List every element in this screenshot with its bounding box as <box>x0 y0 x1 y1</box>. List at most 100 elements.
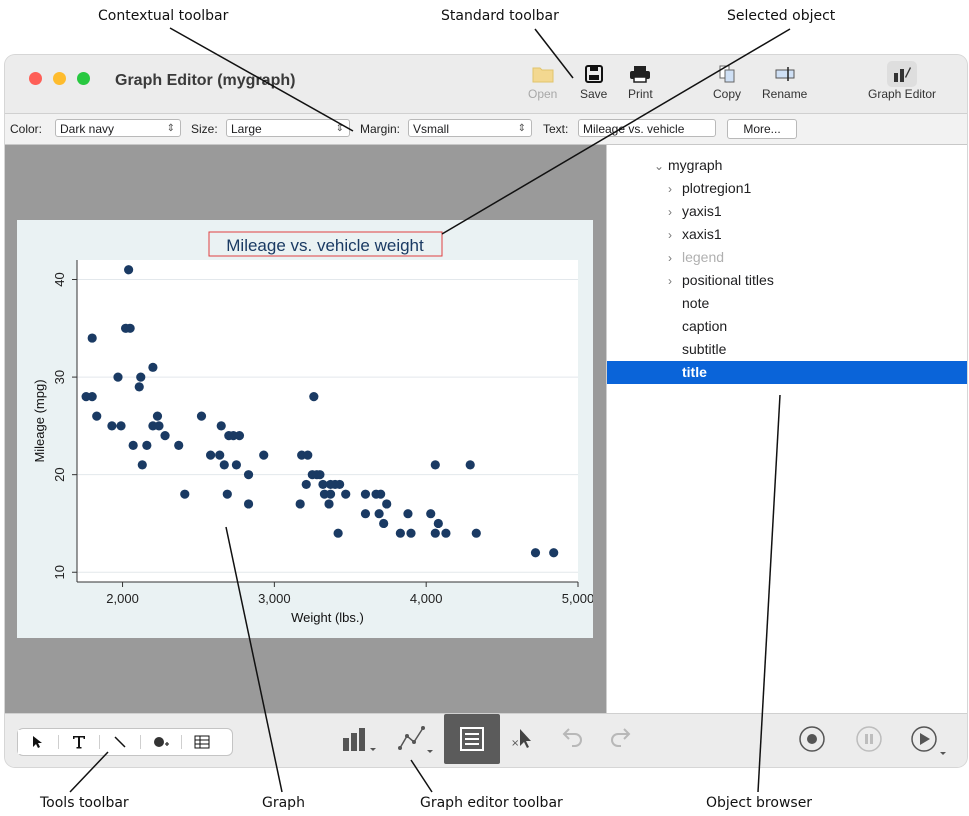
data-point <box>206 450 216 460</box>
redo-button[interactable] <box>608 724 632 748</box>
browser-item-label: xaxis1 <box>682 226 722 242</box>
print-label: Print <box>628 87 653 101</box>
color-select[interactable]: Dark navy ⇕ <box>55 119 181 137</box>
cursor-x-icon: × <box>511 729 531 749</box>
data-point <box>376 489 386 499</box>
play-icon <box>911 726 946 755</box>
pause-button[interactable] <box>854 724 884 754</box>
chevron-right-icon[interactable]: › <box>668 228 682 242</box>
margin-value: Vsmall <box>413 122 450 136</box>
print-button[interactable]: Print <box>628 61 653 101</box>
data-point <box>333 528 343 538</box>
save-icon <box>584 61 604 87</box>
data-point <box>231 460 242 470</box>
window-title: Graph Editor (mygraph) <box>115 72 296 89</box>
text-t-icon <box>73 736 85 749</box>
rename-button[interactable]: Rename <box>762 61 807 101</box>
chevron-updown-icon: ⇕ <box>166 123 175 134</box>
margin-select[interactable]: Vsmall ⇕ <box>408 119 532 137</box>
title-bar: Graph Editor (mygraph) Open Save Print C… <box>5 55 967 113</box>
browser-item-caption[interactable]: caption <box>668 318 727 334</box>
data-point <box>215 450 225 460</box>
data-point <box>116 421 126 431</box>
browser-item-xaxis1[interactable]: › xaxis1 <box>668 226 722 242</box>
browser-item-label: plotregion1 <box>682 180 752 196</box>
y-tick-label: 40 <box>52 272 67 286</box>
data-point <box>530 548 541 558</box>
close-window-button[interactable] <box>29 72 42 85</box>
data-point <box>125 323 135 333</box>
list-icon <box>460 727 484 751</box>
chevron-down-icon[interactable]: ⌄ <box>654 159 668 173</box>
data-point <box>441 528 451 538</box>
object-browser-toggle[interactable] <box>444 714 500 764</box>
marker-tool[interactable] <box>141 730 181 754</box>
text-tool[interactable] <box>59 730 99 754</box>
browser-selection-highlight <box>607 361 967 384</box>
data-point <box>309 392 319 402</box>
data-point <box>152 411 163 421</box>
browser-item-label: subtitle <box>682 341 727 357</box>
data-point <box>259 450 269 460</box>
deselect-button[interactable]: × <box>510 724 538 752</box>
size-select[interactable]: Large ⇕ <box>226 119 350 137</box>
data-point <box>113 372 123 382</box>
chevron-updown-icon: ⇕ <box>517 123 526 134</box>
copy-icon <box>717 61 737 87</box>
browser-item-plotregion1[interactable]: › plotregion1 <box>668 180 751 196</box>
graph[interactable]: 10 20 30 40 2,000 3,000 4,000 5,000 Mileage vs. … <box>17 220 594 638</box>
browser-item-note[interactable]: note <box>668 295 709 311</box>
browser-item-title[interactable]: title <box>668 364 707 380</box>
size-label: Size: <box>191 122 218 136</box>
browser-item-legend[interactable]: › legend <box>668 249 724 265</box>
play-button[interactable] <box>909 724 951 758</box>
graph-type-button[interactable] <box>341 724 379 754</box>
undo-button[interactable] <box>561 724 585 748</box>
browser-item-yaxis1[interactable]: › yaxis1 <box>668 203 722 219</box>
callout-standard-toolbar: Standard toolbar <box>441 8 559 24</box>
plot-type-button[interactable] <box>397 724 437 754</box>
chevron-right-icon[interactable]: › <box>668 205 682 219</box>
browser-item-label: title <box>682 364 707 380</box>
copy-button[interactable]: Copy <box>713 61 741 101</box>
data-point <box>433 518 443 529</box>
browser-item-subtitle[interactable]: subtitle <box>668 341 726 357</box>
y-tick-label: 30 <box>52 370 67 384</box>
grid-edit-tool[interactable] <box>182 730 222 754</box>
browser-root[interactable]: ⌄ mygraph <box>654 157 722 173</box>
printer-icon <box>629 61 651 87</box>
line-tool[interactable] <box>100 730 140 754</box>
chevron-right-icon[interactable]: › <box>668 274 682 288</box>
plot-region <box>77 260 578 582</box>
x-tick-label: 2,000 <box>106 591 139 606</box>
data-point <box>295 499 305 509</box>
data-point <box>341 489 351 499</box>
data-point <box>325 489 336 499</box>
callout-graph-editor-toolbar: Graph editor toolbar <box>420 795 563 811</box>
data-point <box>234 431 245 441</box>
graph-canvas[interactable]: 10 20 30 40 2,000 3,000 4,000 5,000 Mileage vs. … <box>5 145 606 713</box>
graph-editor-button[interactable]: Graph Editor <box>868 61 936 101</box>
callout-tools-toolbar: Tools toolbar <box>40 795 129 811</box>
record-button[interactable] <box>797 724 827 754</box>
chevron-right-icon[interactable]: › <box>668 182 682 196</box>
save-button[interactable]: Save <box>580 61 607 101</box>
chevron-right-icon[interactable]: › <box>668 251 682 265</box>
scatter-chart[interactable]: 10 20 30 40 2,000 3,000 4,000 5,000 Mileage vs. … <box>17 220 594 638</box>
data-point <box>148 362 158 372</box>
text-input[interactable]: Mileage vs. vehicle <box>578 119 716 137</box>
open-button[interactable]: Open <box>528 61 557 101</box>
data-point <box>196 411 207 421</box>
zoom-window-button[interactable] <box>77 72 90 85</box>
data-point <box>87 333 97 343</box>
x-axis-label: Weight (lbs.) <box>291 610 364 625</box>
more-button[interactable]: More... <box>727 119 797 139</box>
browser-item-positional-titles[interactable]: › positional titles <box>668 272 774 288</box>
chart-title[interactable]: Mileage vs. vehicle weight <box>226 236 424 255</box>
data-point <box>315 470 325 480</box>
callout-selected-object: Selected object <box>727 8 836 24</box>
minimize-window-button[interactable] <box>53 72 66 85</box>
pointer-tool[interactable] <box>18 730 58 754</box>
copy-label: Copy <box>713 87 742 101</box>
data-point <box>243 499 254 509</box>
